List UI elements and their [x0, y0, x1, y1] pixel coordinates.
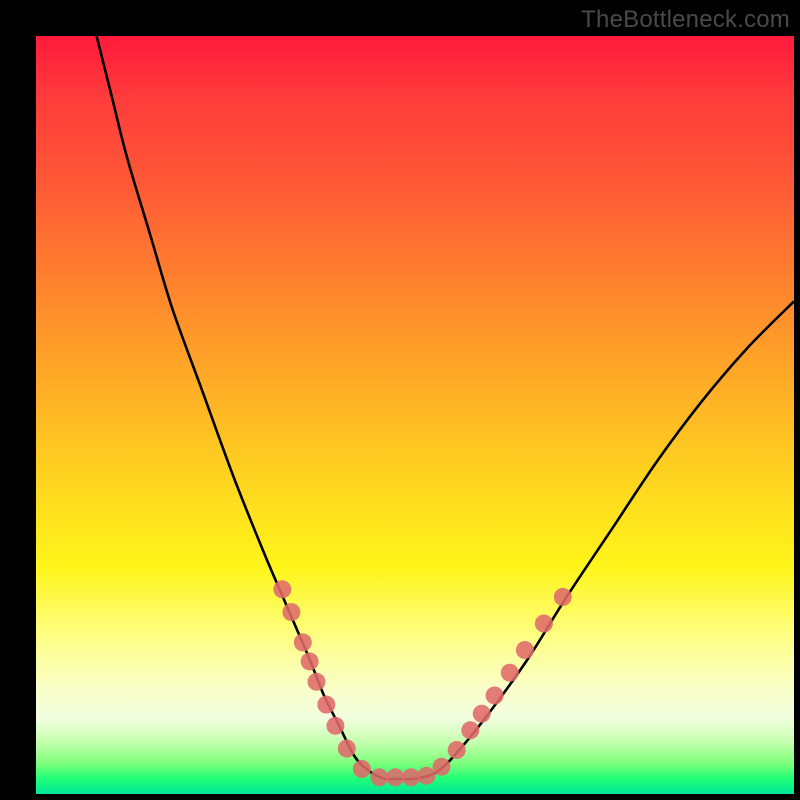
marker-group	[273, 580, 572, 786]
data-marker	[370, 768, 388, 786]
data-marker	[486, 687, 504, 705]
data-marker	[433, 758, 451, 776]
data-marker	[417, 767, 435, 785]
data-marker	[461, 721, 479, 739]
data-marker	[301, 652, 319, 670]
data-marker	[516, 641, 534, 659]
data-marker	[501, 664, 519, 682]
data-marker	[317, 696, 335, 714]
watermark-text: TheBottleneck.com	[581, 6, 790, 34]
data-marker	[535, 615, 553, 633]
plot-area	[36, 36, 794, 794]
data-marker	[402, 768, 420, 786]
data-marker	[448, 741, 466, 759]
data-marker	[386, 768, 404, 786]
chart-frame: TheBottleneck.com	[0, 0, 800, 800]
data-marker	[282, 603, 300, 621]
data-marker	[338, 740, 356, 758]
data-marker	[353, 760, 371, 778]
data-marker	[473, 705, 491, 723]
data-marker	[308, 673, 326, 691]
data-marker	[294, 633, 312, 651]
data-marker	[554, 588, 572, 606]
data-marker	[326, 717, 344, 735]
curve-line	[97, 36, 794, 779]
chart-svg	[36, 36, 794, 794]
data-marker	[273, 580, 291, 598]
